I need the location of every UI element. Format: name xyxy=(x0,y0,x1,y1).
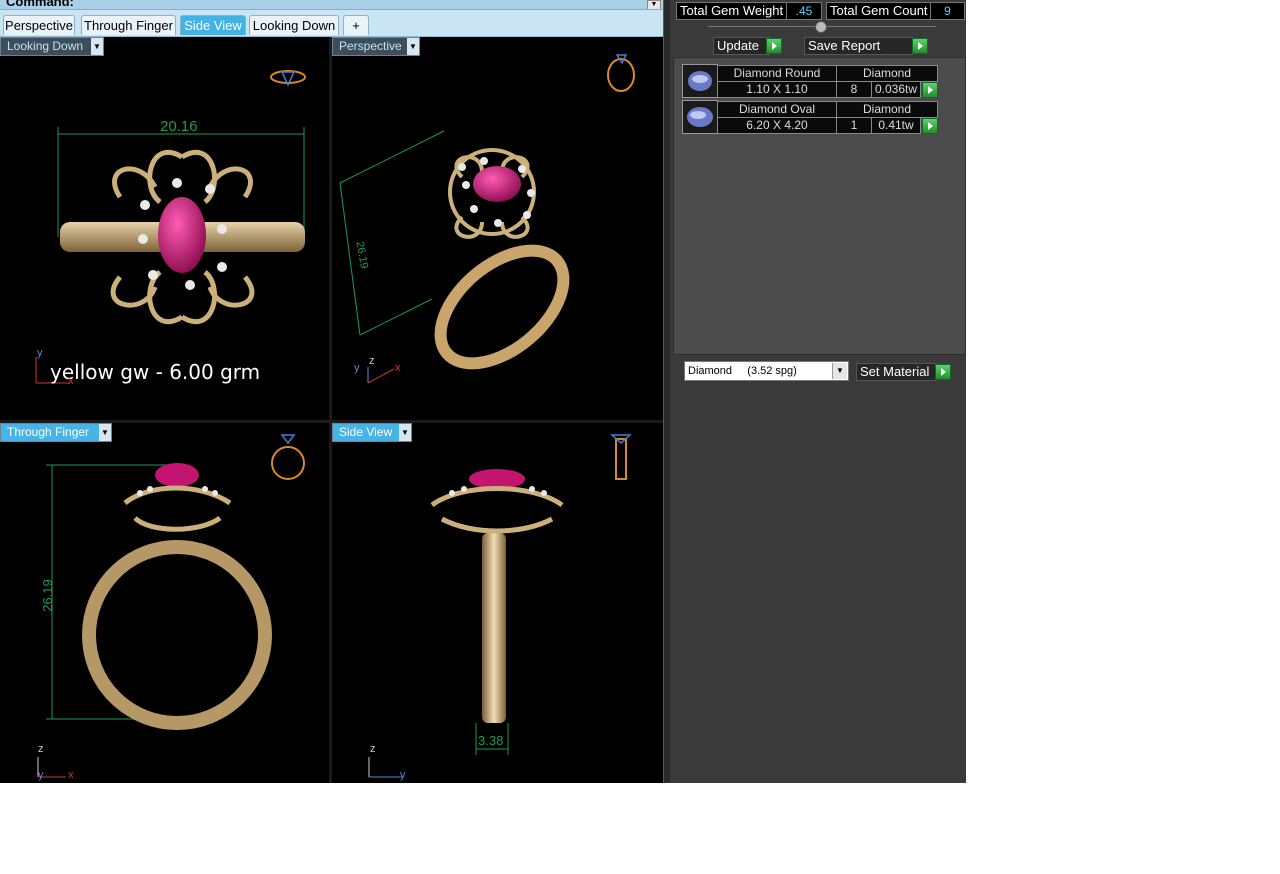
axis-y-label: y xyxy=(38,769,44,781)
total-gem-weight-label: Total Gem Weight xyxy=(676,2,787,20)
list-item[interactable]: Diamond Round Diamond 1.10 X 1.10 8 0.03… xyxy=(682,64,938,98)
add-tab-button[interactable]: + xyxy=(343,15,369,35)
axis-x-label: x xyxy=(68,375,74,387)
total-gem-weight-value: .45 xyxy=(786,2,822,20)
chevron-down-icon[interactable]: ▼ xyxy=(647,0,661,9)
play-icon[interactable] xyxy=(922,118,938,134)
gem-name: Diamond Round xyxy=(717,65,837,82)
tab-side-view[interactable]: Side View xyxy=(180,15,246,35)
weight-note: yellow gw - 6.00 grm xyxy=(50,360,261,384)
total-gem-count-value: 9 xyxy=(930,2,965,20)
width-dimension: 3.38 xyxy=(478,733,504,748)
axis-z-label: z xyxy=(369,355,375,367)
gem-size: 1.10 X 1.10 xyxy=(717,81,837,98)
ring-perspective-render xyxy=(339,54,635,384)
play-icon[interactable] xyxy=(766,38,782,54)
round-gem-icon xyxy=(682,64,718,98)
total-gem-count-label: Total Gem Count xyxy=(826,2,931,20)
width-dimension: 20.16 xyxy=(160,118,198,135)
gem-list: Diamond Round Diamond 1.10 X 1.10 8 0.03… xyxy=(673,57,966,355)
update-button[interactable]: Update xyxy=(713,37,770,55)
axis-y-label: y xyxy=(354,362,360,374)
tab-perspective[interactable]: Perspective xyxy=(3,15,75,35)
view-tabs: Perspective Through Finger Side View Loo… xyxy=(0,10,663,37)
tab-through-finger[interactable]: Through Finger xyxy=(81,15,176,35)
axis-z-label: z xyxy=(38,743,44,755)
axis-y-label: y xyxy=(400,769,406,781)
chevron-down-icon[interactable]: ▼ xyxy=(832,363,847,379)
ring-side-render xyxy=(368,434,632,778)
material-select[interactable]: Diamond (3.52 spg) ▼ xyxy=(684,361,849,381)
gem-weight: 0.036tw xyxy=(871,81,921,98)
command-label: Command: xyxy=(6,0,74,9)
gem-count: 1 xyxy=(836,117,872,134)
axis-x-label: x xyxy=(68,769,74,781)
material-select-value: Diamond (3.52 spg) xyxy=(688,365,797,377)
oval-gem-icon xyxy=(682,100,718,134)
viewport-side-view[interactable]: Side View ▼ 3.38 z y xyxy=(332,423,663,783)
list-item[interactable]: Diamond Oval Diamond 6.20 X 4.20 1 0.41t… xyxy=(682,100,938,134)
viewport-through-finger[interactable]: Through Finger ▼ 26.19 z y x xyxy=(0,423,329,783)
tab-looking-down[interactable]: Looking Down xyxy=(249,15,339,35)
axis-y-label: y xyxy=(37,347,43,359)
gem-name: Diamond Oval xyxy=(717,101,837,118)
axis-z-label: z xyxy=(370,743,376,755)
gem-material: Diamond xyxy=(836,101,938,118)
gem-size: 6.20 X 4.20 xyxy=(717,117,837,134)
viewport-looking-down[interactable]: Looking Down ▼ 20.16 yellow gw - 6.00 gr… xyxy=(0,37,329,420)
set-material-button[interactable]: Set Material xyxy=(856,363,937,381)
slider-handle[interactable] xyxy=(815,21,827,33)
play-icon[interactable] xyxy=(935,364,951,380)
gem-weight: 0.41tw xyxy=(871,117,921,134)
play-icon[interactable] xyxy=(912,38,928,54)
gem-material: Diamond xyxy=(836,65,938,82)
axis-x-label: x xyxy=(395,362,401,374)
gem-count: 8 xyxy=(836,81,872,98)
viewport-grid: Looking Down ▼ 20.16 yellow gw - 6.00 gr… xyxy=(0,37,663,783)
play-icon[interactable] xyxy=(922,82,938,98)
height-dimension: 26.19 xyxy=(39,579,55,612)
save-report-button[interactable]: Save Report xyxy=(804,37,913,55)
command-bar[interactable]: Command: ▼ xyxy=(0,0,663,10)
viewport-perspective[interactable]: Perspective ▼ 26.19 z x y xyxy=(332,37,663,420)
